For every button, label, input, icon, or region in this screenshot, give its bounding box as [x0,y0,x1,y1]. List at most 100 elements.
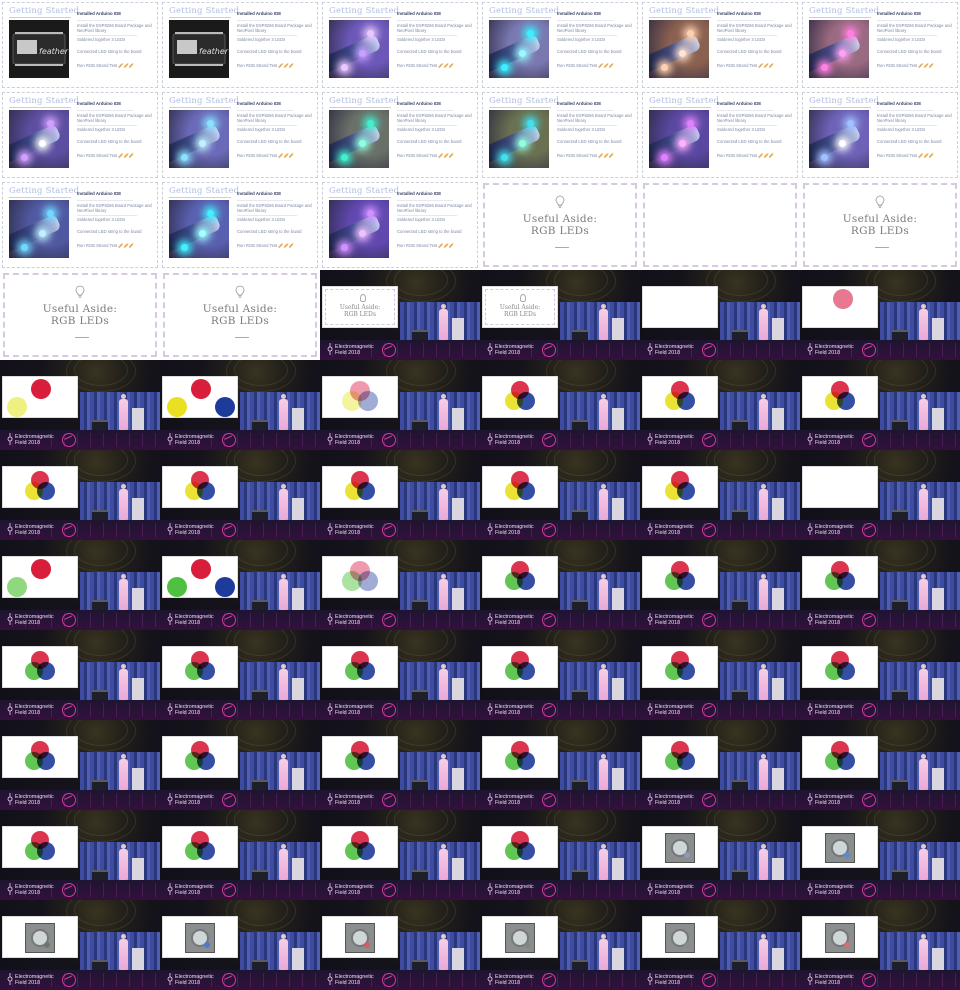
led-glow [501,154,508,161]
checklist-title: Installed Arduino IDE [397,11,442,16]
talk-video-frame: Electromagnetic Field 2018 [320,540,480,630]
led-photo: feather [169,20,229,78]
checklist-item: Install the ESP8266 Board Package and Ne… [717,113,792,124]
checklist-item: Connected LED string to the board [77,49,142,54]
speaker [118,394,128,430]
speaker [118,574,128,610]
slide-inset [162,736,238,778]
slide-inset [2,826,78,868]
checklist-item: Connected LED string to the board [237,49,302,54]
talk-video-frame: Electromagnetic Field 2018 [320,630,480,720]
event-name: Electromagnetic Field 2018 [815,344,854,356]
event-name: Electromagnetic Field 2018 [335,974,374,986]
led-glow [367,210,374,217]
checklist-item: Install the ESP8266 Board Package and Ne… [397,113,472,124]
podium [132,948,144,970]
speaker [758,844,768,880]
talk-video-frame: Electromagnetic Field 2018 [160,360,320,450]
podium [452,588,464,610]
talk-video-frame: Electromagnetic Field 2018 [320,720,480,810]
bread-emoji: 🥖🥖🥖 [758,153,775,158]
emf-logo-icon [167,883,173,895]
aside-slide: Useful Aside: RGB LEDs [0,270,160,360]
slide-inset [482,826,558,868]
speaker [438,574,448,610]
talk-video-frame: Electromagnetic Field 2018 [0,900,160,990]
slide-inset [642,286,718,328]
color-circle [357,662,375,680]
slide-title: Getting Started [169,6,240,16]
event-name: Electromagnetic Field 2018 [335,884,374,896]
event-name: Electromagnetic Field 2018 [495,794,534,806]
podium [772,498,784,520]
speaker [598,664,608,700]
led-glow [367,30,374,37]
podium [452,498,464,520]
slide-title: Getting Started [9,186,80,196]
event-name: Electromagnetic Field 2018 [15,704,54,716]
getting-started-slide: Getting Started Installed Arduino IDE In… [480,90,640,180]
event-name: Electromagnetic Field 2018 [175,974,214,986]
podium [292,678,304,700]
led-glow [359,50,366,57]
speaker [918,934,928,970]
aside-slide: Useful Aside: RGB LEDs [800,180,960,270]
color-circle [37,842,55,860]
led-glow [661,64,668,71]
led-glow [687,120,694,127]
slide-inset [162,556,238,598]
slide-inset [802,646,878,688]
talk-video-frame: Electromagnetic Field 2018 [160,810,320,900]
led-glow [181,244,188,251]
event-name: Electromagnetic Field 2018 [15,614,54,626]
checklist-title: Installed Arduino IDE [557,101,602,106]
color-circle [191,379,211,399]
speaker [758,484,768,520]
slide-title: Getting Started [329,6,400,16]
checklist-item: Install the ESP8266 Board Package and Ne… [397,203,472,214]
slide-title: Getting Started [329,96,400,106]
checklist-title: Installed Arduino IDE [77,11,122,16]
slide-inset [322,736,398,778]
talk-video-frame: Electromagnetic Field 2018 [800,270,960,360]
getting-started-slide: Getting Started feather Installed Arduin… [0,0,160,90]
checklist-item: Connected LED string to the board [717,139,782,144]
slide-inset [642,376,718,418]
speaker [438,754,448,790]
bread-emoji: 🥖🥖🥖 [918,63,935,68]
led-glow [21,244,28,251]
slide-title: Getting Started [9,6,80,16]
podium [612,768,624,790]
event-name: Electromagnetic Field 2018 [815,434,854,446]
podium [292,858,304,880]
led-glow [367,120,374,127]
checklist-item: Run RGB Strand Test 🥖🥖🥖 [77,63,135,68]
slide-inset [162,916,238,958]
slide-inset [2,466,78,508]
checklist-item: Connected LED string to the board [557,139,622,144]
event-name: Electromagnetic Field 2018 [335,524,374,536]
aside-slide: Useful Aside: RGB LEDs [480,180,640,270]
checklist-item: Install the ESP8266 Board Package and Ne… [237,113,312,124]
checklist-title: Installed Arduino IDE [237,101,282,106]
svg-text:feather: feather [39,47,69,56]
checklist-title: Installed Arduino IDE [237,11,282,16]
slide-inset [802,916,878,958]
led-photo [329,20,389,78]
emf-logo-icon [7,433,13,445]
checklist-item: Install the ESP8266 Board Package and Ne… [717,23,792,34]
event-name: Electromagnetic Field 2018 [175,524,214,536]
checklist-item: Run RGB Strand Test 🥖🥖🥖 [557,63,615,68]
slide-inset [2,916,78,958]
led-photo [329,110,389,168]
emf-logo-icon [7,973,13,985]
color-circle [517,572,535,590]
color-circle [837,662,855,680]
aside-title: Useful Aside: RGB LEDs [202,303,278,327]
talk-video-frame: Electromagnetic Field 2018 [640,630,800,720]
emf-logo-icon [327,433,333,445]
emf-logo-icon [327,703,333,715]
emf-logo-icon [167,973,173,985]
led-glow [821,64,828,71]
emf-logo-icon [7,613,13,625]
